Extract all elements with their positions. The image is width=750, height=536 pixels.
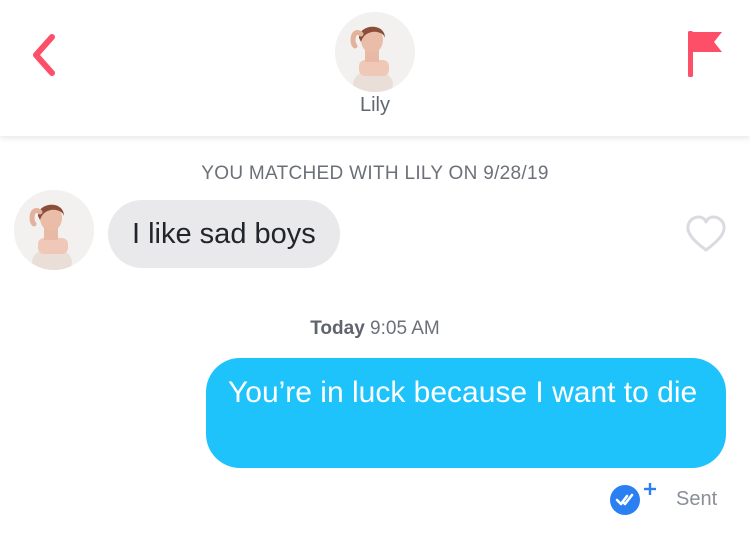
profile-photo <box>335 12 415 92</box>
match-notice: YOU MATCHED WITH LILY ON 9/28/19 <box>201 163 549 184</box>
incoming-message[interactable]: I like sad boys <box>108 200 340 268</box>
match-name: Lily <box>359 94 390 116</box>
heart-outline-icon <box>686 215 726 252</box>
match-avatar[interactable] <box>335 12 415 92</box>
timestamp-time: 9:05 AM <box>370 318 440 339</box>
chevron-left-icon <box>33 34 55 76</box>
sender-avatar[interactable] <box>14 190 94 270</box>
message-timestamp: Today 9:05 AM <box>0 318 750 340</box>
read-receipt-icon <box>610 483 656 515</box>
read-receipt-badge <box>608 481 658 517</box>
delivery-status: Sent <box>676 488 718 510</box>
flag-icon <box>688 31 722 77</box>
outgoing-message[interactable]: You’re in luck because I want to die <box>206 358 726 468</box>
message-thread: YOU MATCHED WITH LILY ON 9/28/19 I like … <box>0 136 750 536</box>
chat-header: Lily <box>0 0 750 136</box>
timestamp-day: Today <box>310 318 365 339</box>
profile-photo <box>14 190 94 270</box>
like-message-button[interactable] <box>685 214 727 254</box>
report-button[interactable] <box>684 28 726 80</box>
back-button[interactable] <box>24 30 64 80</box>
